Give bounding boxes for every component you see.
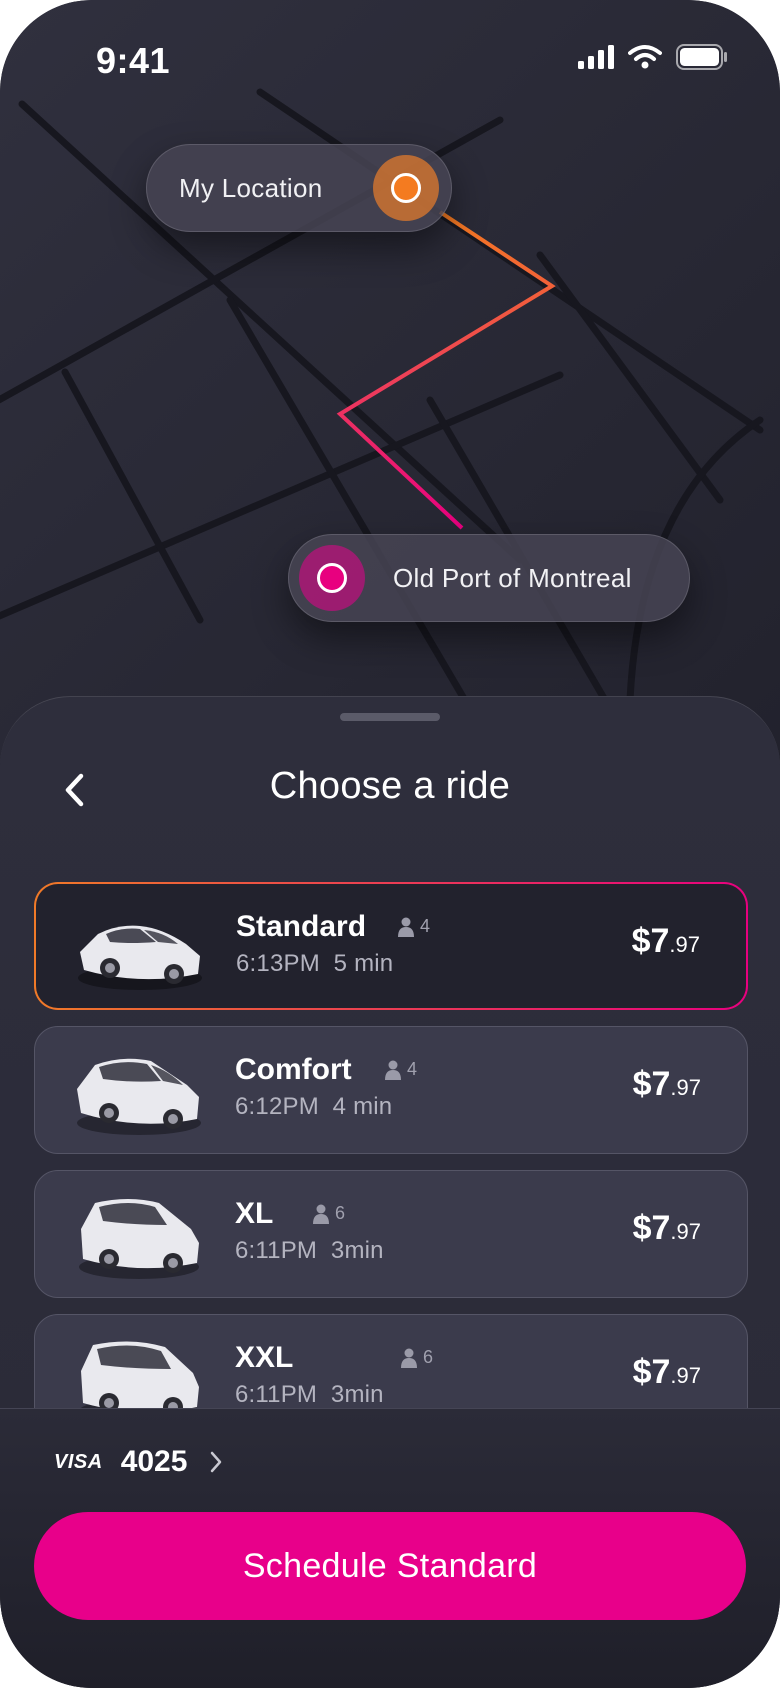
ride-capacity-value: 4 [407,1059,418,1079]
sheet-handle[interactable] [340,713,440,721]
status-icons [578,44,728,70]
ride-option-xl[interactable]: XL 6 6:11PM 3min $7.97 [34,1170,748,1298]
price-cents: .97 [669,932,700,957]
phone-screen: My Location Old Port of Montreal 9:41 Ch… [0,0,780,1688]
status-bar: 9:41 [0,0,780,120]
ride-eta: 3min [330,1381,384,1408]
ride-capacity-value: 4 [420,916,431,936]
sheet-title: Choose a ride [269,765,511,807]
ride-time: 6:11PM [235,1237,318,1264]
ride-price: $7.97 [633,1353,701,1392]
suv-car-icon [77,1058,201,1135]
ride-capacity-value: 6 [335,1203,346,1223]
ride-option-comfort[interactable]: Comfort 4 6:12PM 4 min $7.97 [34,1026,748,1154]
ride-name: Comfort [235,1053,352,1086]
price-main: $7 [632,1353,671,1391]
ride-time-eta: 6:11PM 3min [235,1237,384,1265]
ride-time: 6:12PM [235,1093,319,1120]
ride-capacity: 4 [398,916,430,937]
ride-capacity-value: 6 [423,1347,434,1367]
minivan-icon [79,1199,199,1279]
ride-name: XL [235,1197,274,1230]
ride-time-eta: 6:11PM 3min [235,1381,384,1408]
ride-option-xxl[interactable]: XXL 6 6:11PM 3min $7.97 [34,1314,748,1408]
price-main: $7 [632,1065,671,1103]
person-icon [385,1060,401,1080]
origin-label: My Location [179,172,323,203]
origin-marker-icon [373,155,439,221]
ride-eta: 4 min [332,1093,393,1120]
person-icon [398,917,414,937]
ride-price: $7.97 [632,922,700,961]
ride-name: Standard [236,910,367,943]
chevron-left-icon [65,773,84,807]
ride-eta: 3min [330,1237,384,1264]
back-button[interactable] [50,765,100,815]
card-last4: 4025 [120,1445,188,1478]
price-cents: .97 [670,1075,701,1100]
ride-price: $7.97 [633,1209,701,1248]
ride-time-eta: 6:12PM 4 min [235,1093,392,1121]
destination-label: Old Port of Montreal [393,562,632,593]
ride-eta: 5 min [333,950,394,977]
payment-method-selector[interactable]: VISA 4025 [54,1445,223,1479]
ride-price: $7.97 [633,1065,701,1104]
signal-icon [578,45,614,69]
destination-pin[interactable]: Old Port of Montreal [288,534,690,622]
ride-time: 6:13PM [236,950,320,977]
price-main: $7 [631,922,670,960]
ride-time-eta: 6:13PM 5 min [236,950,393,978]
destination-marker-icon [299,545,365,611]
wifi-icon [628,45,662,69]
chevron-right-icon [211,1451,222,1473]
ride-capacity: 4 [385,1059,417,1080]
ride-capacity: 6 [401,1347,433,1368]
ride-options-list[interactable]: Standard 4 6:13PM 5 min $7.97 Comfort 4 … [34,882,748,1408]
price-main: $7 [632,1209,671,1247]
sedan-car-icon [78,925,202,990]
ride-capacity: 6 [313,1203,345,1224]
van-icon [80,1341,199,1408]
price-cents: .97 [670,1363,701,1388]
visa-logo-icon: VISA [54,1450,103,1473]
price-cents: .97 [670,1219,701,1244]
origin-pin[interactable]: My Location [146,144,452,232]
person-icon [401,1348,417,1368]
schedule-button[interactable]: Schedule Standard [34,1512,746,1620]
status-time: 9:41 [96,40,171,81]
ride-option-standard[interactable]: Standard 4 6:13PM 5 min $7.97 [34,882,748,1010]
ride-time: 6:11PM [235,1381,318,1408]
person-icon [313,1204,329,1224]
ride-name: XXL [235,1341,294,1374]
battery-icon [676,44,727,70]
